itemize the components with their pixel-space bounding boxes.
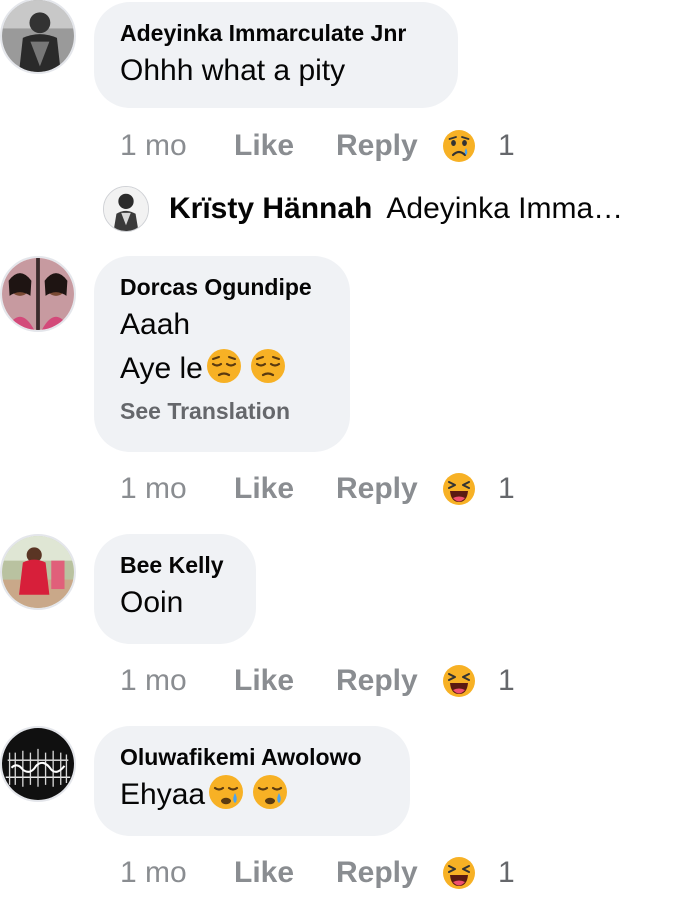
sad-reaction-icon[interactable]: [442, 129, 476, 163]
comment-timestamp[interactable]: 1 mo: [120, 664, 234, 698]
comment-text: Aaah: [120, 308, 191, 341]
comment-bubble: Adeyinka Immarculate Jnr Ohhh what a pit…: [94, 2, 458, 108]
comment-bubble: Bee Kelly Ooin: [94, 534, 256, 644]
haha-reaction-icon[interactable]: [442, 856, 476, 890]
reply-button[interactable]: Reply: [336, 129, 442, 163]
comment-actions: 1 mo Like Reply 1: [120, 853, 515, 893]
sleepy-face-emoji: [207, 773, 245, 811]
comment-text-fragment: Ehyaa: [120, 778, 206, 811]
avatar[interactable]: [0, 726, 76, 802]
comment-author[interactable]: Oluwafikemi Awolowo: [120, 741, 384, 773]
comment-actions: 1 mo Like Reply 1: [120, 126, 515, 166]
haha-reaction-icon[interactable]: [442, 472, 476, 506]
reply-button[interactable]: Reply: [336, 856, 442, 890]
comment-timestamp[interactable]: 1 mo: [120, 856, 234, 890]
sleepy-face-emoji: [251, 773, 289, 811]
comment-bubble: Dorcas Ogundipe Aaah Aye le See Translat…: [94, 256, 350, 452]
comment-actions: 1 mo Like Reply 1: [120, 661, 515, 701]
avatar[interactable]: [0, 534, 76, 610]
comment-text: Ohhh what a pity: [120, 54, 346, 87]
haha-reaction-icon[interactable]: [442, 664, 476, 698]
like-button[interactable]: Like: [234, 856, 336, 890]
comment-timestamp[interactable]: 1 mo: [120, 129, 234, 163]
avatar[interactable]: [0, 256, 76, 332]
reaction-count[interactable]: 1: [498, 856, 515, 890]
comment-author[interactable]: Dorcas Ogundipe: [120, 271, 324, 303]
reaction-count[interactable]: 1: [498, 664, 515, 698]
reply-text: Adeyinka Imma…: [386, 192, 624, 225]
comment-timestamp[interactable]: 1 mo: [120, 472, 234, 506]
comment-author[interactable]: Adeyinka Immarculate Jnr: [120, 17, 432, 49]
comment-bubble: Oluwafikemi Awolowo Ehyaa: [94, 726, 410, 836]
avatar[interactable]: [0, 0, 76, 74]
reply-author[interactable]: Krïsty Hännah: [169, 192, 372, 226]
reaction-count[interactable]: 1: [498, 129, 515, 163]
pensive-face-emoji: [205, 347, 243, 385]
see-translation-link[interactable]: See Translation: [120, 393, 324, 429]
comment-actions: 1 mo Like Reply 1: [120, 469, 515, 509]
reply-button[interactable]: Reply: [336, 472, 442, 506]
reply-button[interactable]: Reply: [336, 664, 442, 698]
like-button[interactable]: Like: [234, 129, 336, 163]
like-button[interactable]: Like: [234, 472, 336, 506]
comment-text-fragment: Aye le: [120, 352, 203, 385]
reply-preview[interactable]: Krïsty Hännah Adeyinka Imma…: [103, 186, 623, 232]
comment-text-line: Aye le: [120, 347, 324, 391]
comment-text-line: Ehyaa: [120, 773, 384, 817]
like-button[interactable]: Like: [234, 664, 336, 698]
comment-text: Ooin: [120, 586, 184, 619]
reaction-count[interactable]: 1: [498, 472, 515, 506]
comment-author[interactable]: Bee Kelly: [120, 549, 230, 581]
reply-avatar[interactable]: [103, 186, 149, 232]
pensive-face-emoji: [249, 347, 287, 385]
